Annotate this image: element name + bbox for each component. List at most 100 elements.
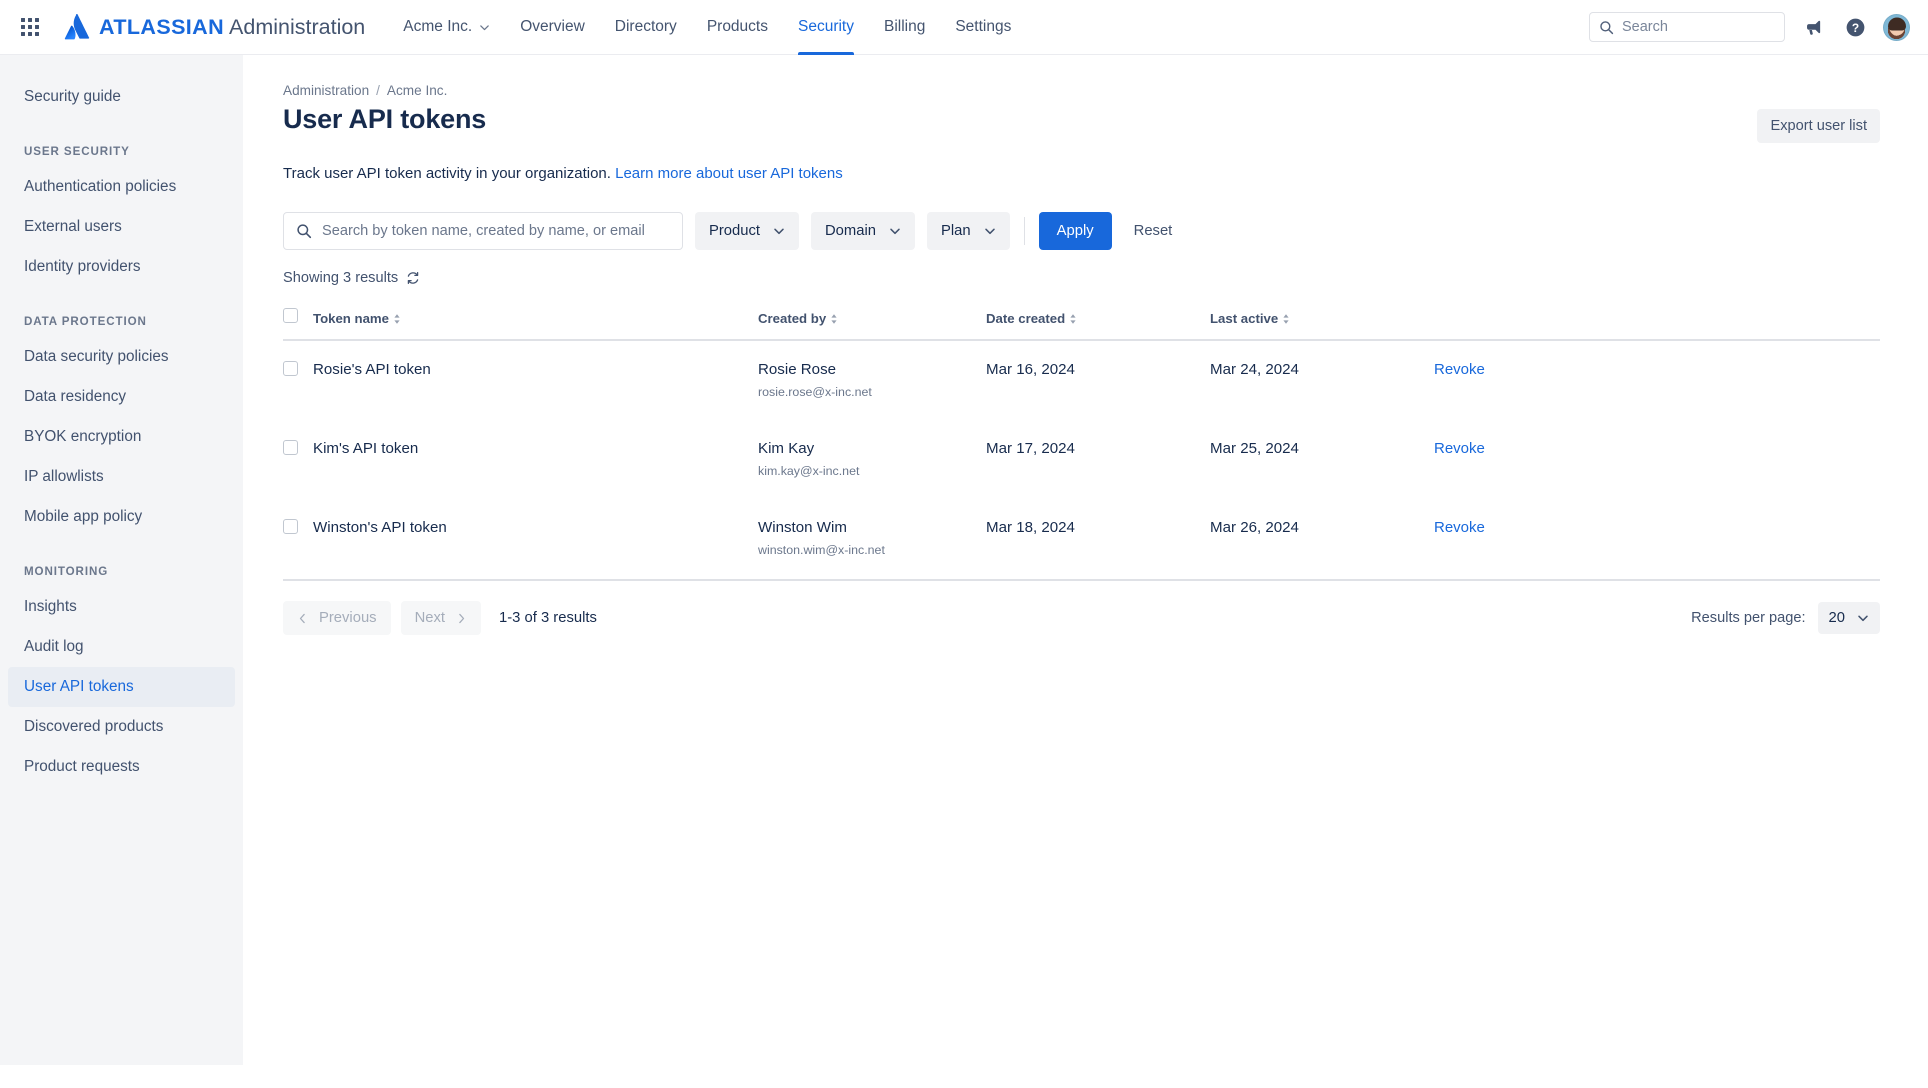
row-checkbox[interactable]: [283, 361, 298, 376]
next-page-button[interactable]: Next: [400, 601, 482, 635]
column-label: Last active: [1210, 311, 1279, 326]
sidebar-item-data-security-policies[interactable]: Data security policies: [8, 337, 235, 377]
results-per-page-dropdown[interactable]: 20: [1817, 602, 1880, 634]
token-search-input[interactable]: [322, 223, 670, 239]
table-row: Winston's API token Winston Wim winston.…: [283, 498, 1880, 581]
domain-filter-dropdown[interactable]: Domain: [811, 212, 915, 250]
row-checkbox[interactable]: [283, 440, 298, 455]
learn-more-link[interactable]: Learn more about user API tokens: [615, 165, 843, 182]
page-description: Track user API token activity in your or…: [283, 165, 1880, 182]
revoke-link[interactable]: Revoke: [1434, 361, 1485, 378]
nav-label: Security: [797, 18, 854, 35]
sidebar-item-identity-providers[interactable]: Identity providers: [8, 247, 235, 287]
results-count: Showing 3 results: [283, 270, 1880, 286]
table-row: Kim's API token Kim Kay kim.kay@x-inc.ne…: [283, 420, 1880, 499]
select-all-checkbox[interactable]: [283, 308, 298, 323]
nav-item-security[interactable]: Security: [784, 0, 868, 55]
revoke-link[interactable]: Revoke: [1434, 519, 1485, 536]
row-select-cell: [283, 498, 313, 581]
brand-title: ATLASSIAN Administration: [99, 15, 365, 40]
sidebar-item-security-guide[interactable]: Security guide: [8, 77, 235, 117]
table-header: Token name Created by Date created Last …: [283, 308, 1880, 341]
chevron-left-icon: [297, 613, 308, 624]
sidebar-item-ip-allowlists[interactable]: IP allowlists: [8, 457, 235, 497]
created-by-name: Kim Kay: [758, 440, 815, 457]
help-button[interactable]: ?: [1841, 13, 1869, 41]
table-body: Rosie's API token Rosie Rose rosie.rose@…: [283, 340, 1880, 581]
global-search-box[interactable]: [1589, 12, 1785, 42]
sidebar-item-audit-log[interactable]: Audit log: [8, 627, 235, 667]
nav-label: Directory: [614, 18, 677, 35]
cell-date-created: Mar 16, 2024: [986, 361, 1075, 378]
app-switcher-button[interactable]: [14, 11, 46, 43]
page-description-text: Track user API token activity in your or…: [283, 165, 611, 182]
row-checkbox[interactable]: [283, 519, 298, 534]
sidebar-item-insights[interactable]: Insights: [8, 587, 235, 627]
previous-page-label: Previous: [319, 610, 377, 626]
sidebar-item-data-residency[interactable]: Data residency: [8, 377, 235, 417]
sidebar-item-mobile-app-policy[interactable]: Mobile app policy: [8, 497, 235, 537]
plan-filter-dropdown[interactable]: Plan: [927, 212, 1010, 250]
cell-created-by: Kim Kay kim.kay@x-inc.net: [758, 420, 986, 499]
sort-icon: [830, 313, 838, 325]
grid-apps-icon: [21, 18, 39, 36]
cell-date-created: Mar 18, 2024: [986, 498, 1210, 581]
sidebar-item-label: Insights: [24, 598, 77, 615]
sidebar-item-authentication-policies[interactable]: Authentication policies: [8, 167, 235, 207]
nav-item-directory[interactable]: Directory: [601, 0, 691, 55]
chevron-down-icon: [984, 225, 996, 237]
sidebar-item-user-api-tokens[interactable]: User API tokens: [8, 667, 235, 707]
breadcrumb-org[interactable]: Acme Inc.: [387, 83, 447, 98]
nav-item-overview[interactable]: Overview: [506, 0, 599, 55]
created-by-email: kim.kay@x-inc.net: [758, 464, 860, 478]
cell-last-active: Mar 25, 2024: [1210, 440, 1299, 457]
refresh-icon[interactable]: [406, 271, 420, 285]
notifications-button[interactable]: [1799, 13, 1827, 41]
nav-item-billing[interactable]: Billing: [870, 0, 939, 55]
breadcrumb-administration[interactable]: Administration: [283, 83, 369, 98]
results-per-page-label: Results per page:: [1691, 610, 1806, 626]
chevron-right-icon: [456, 613, 467, 624]
results-per-page-control: Results per page: 20: [1691, 602, 1880, 634]
column-header-token-name[interactable]: Token name: [313, 308, 758, 341]
cell-date-created: Mar 17, 2024: [986, 440, 1075, 457]
reset-filters-button[interactable]: Reset: [1124, 212, 1183, 250]
sidebar-item-byok-encryption[interactable]: BYOK encryption: [8, 417, 235, 457]
sidebar-item-label: External users: [24, 218, 122, 235]
created-by-email: rosie.rose@x-inc.net: [758, 385, 872, 399]
profile-avatar[interactable]: [1883, 13, 1910, 41]
sidebar-item-label: Audit log: [24, 638, 84, 655]
main-content: Administration / Acme Inc. User API toke…: [243, 55, 1928, 1088]
export-user-list-button[interactable]: Export user list: [1757, 109, 1880, 143]
sidebar-item-product-requests[interactable]: Product requests: [8, 747, 235, 787]
column-header-actions: [1434, 308, 1880, 341]
sidebar-item-label: Discovered products: [24, 718, 164, 735]
column-header-created-by[interactable]: Created by: [758, 308, 986, 341]
apply-filters-button[interactable]: Apply: [1038, 212, 1112, 250]
pagination-controls: Previous Next 1-3 of 3 results: [283, 601, 597, 635]
org-switcher[interactable]: Acme Inc.: [389, 0, 504, 55]
brand-home-link[interactable]: ATLASSIAN Administration: [64, 14, 365, 40]
column-label: Created by: [758, 311, 827, 326]
nav-item-settings[interactable]: Settings: [941, 0, 1025, 55]
product-filter-dropdown[interactable]: Product: [695, 212, 799, 250]
pagination-bar: Previous Next 1-3 of 3 results Results p…: [283, 601, 1880, 635]
sidebar-section-monitoring: MONITORING: [24, 565, 109, 578]
domain-filter-label: Domain: [825, 223, 876, 239]
nav-item-products[interactable]: Products: [693, 0, 782, 55]
revoke-link[interactable]: Revoke: [1434, 440, 1485, 457]
breadcrumb: Administration / Acme Inc.: [283, 55, 1880, 98]
sidebar-item-label: Product requests: [24, 758, 140, 775]
column-header-last-active[interactable]: Last active: [1210, 308, 1434, 341]
column-header-date-created[interactable]: Date created: [986, 308, 1210, 341]
sidebar-item-external-users[interactable]: External users: [8, 207, 235, 247]
avatar-hair: [1887, 17, 1906, 31]
token-search-box[interactable]: [283, 212, 683, 250]
global-search-input[interactable]: [1622, 19, 1775, 35]
help-question-icon: ?: [1845, 17, 1866, 38]
previous-page-button[interactable]: Previous: [283, 601, 391, 635]
sidebar-item-discovered-products[interactable]: Discovered products: [8, 707, 235, 747]
sidebar-item-label: Data residency: [24, 388, 127, 405]
cell-last-active: Mar 26, 2024: [1210, 498, 1434, 581]
brand-bold-text: ATLASSIAN: [99, 14, 225, 39]
